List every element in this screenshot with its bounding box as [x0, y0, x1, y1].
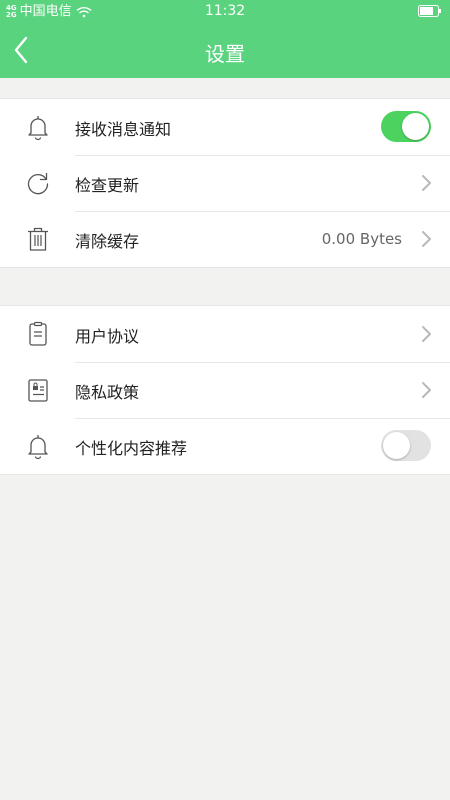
chevron-right-icon	[422, 382, 431, 398]
status-bar: 4G 2G 中国电信 11:32	[0, 0, 450, 24]
setting-label-receive-notifications: 接收消息通知	[75, 120, 172, 139]
setting-row-user-agreement[interactable]: 用户协议	[0, 306, 450, 362]
chevron-right-icon	[422, 175, 431, 191]
refresh-icon	[27, 172, 49, 195]
settings-group-notifications: 接收消息通知 检查更新 清除缓存 0.00 Bytes	[0, 98, 450, 268]
setting-label-check-update: 检查更新	[75, 176, 140, 195]
setting-row-personalized-recommendation[interactable]: 个性化内容推荐	[0, 418, 450, 474]
bell-icon	[28, 435, 48, 460]
setting-label-clear-cache: 清除缓存	[75, 232, 140, 251]
trash-icon	[28, 227, 48, 251]
clipboard-icon	[29, 321, 47, 346]
chevron-right-icon	[422, 231, 431, 247]
battery-icon	[418, 5, 441, 17]
setting-label-privacy-policy: 隐私政策	[75, 383, 140, 402]
setting-row-check-update[interactable]: 检查更新	[0, 155, 450, 211]
settings-group-legal: 用户协议 隐私政策 个性化内容推荐	[0, 305, 450, 475]
chevron-right-icon	[422, 326, 431, 342]
bell-icon	[28, 116, 48, 141]
setting-row-privacy-policy[interactable]: 隐私政策	[0, 362, 450, 418]
personalized-recommendation-toggle[interactable]	[381, 430, 431, 461]
setting-label-user-agreement: 用户协议	[75, 327, 140, 346]
cache-size-value: 0.00 Bytes	[321, 230, 402, 248]
receive-notifications-toggle[interactable]	[381, 111, 431, 142]
app-header: 4G 2G 中国电信 11:32 设置	[0, 0, 450, 78]
status-time: 11:32	[204, 3, 246, 19]
toggle-knob	[402, 113, 429, 140]
setting-label-personalized-recommendation: 个性化内容推荐	[75, 439, 188, 458]
setting-row-clear-cache[interactable]: 清除缓存 0.00 Bytes	[0, 211, 450, 267]
privacy-document-icon	[28, 379, 48, 402]
toggle-knob	[383, 432, 410, 459]
page-title: 设置	[205, 42, 245, 66]
setting-row-receive-notifications[interactable]: 接收消息通知	[0, 99, 450, 155]
